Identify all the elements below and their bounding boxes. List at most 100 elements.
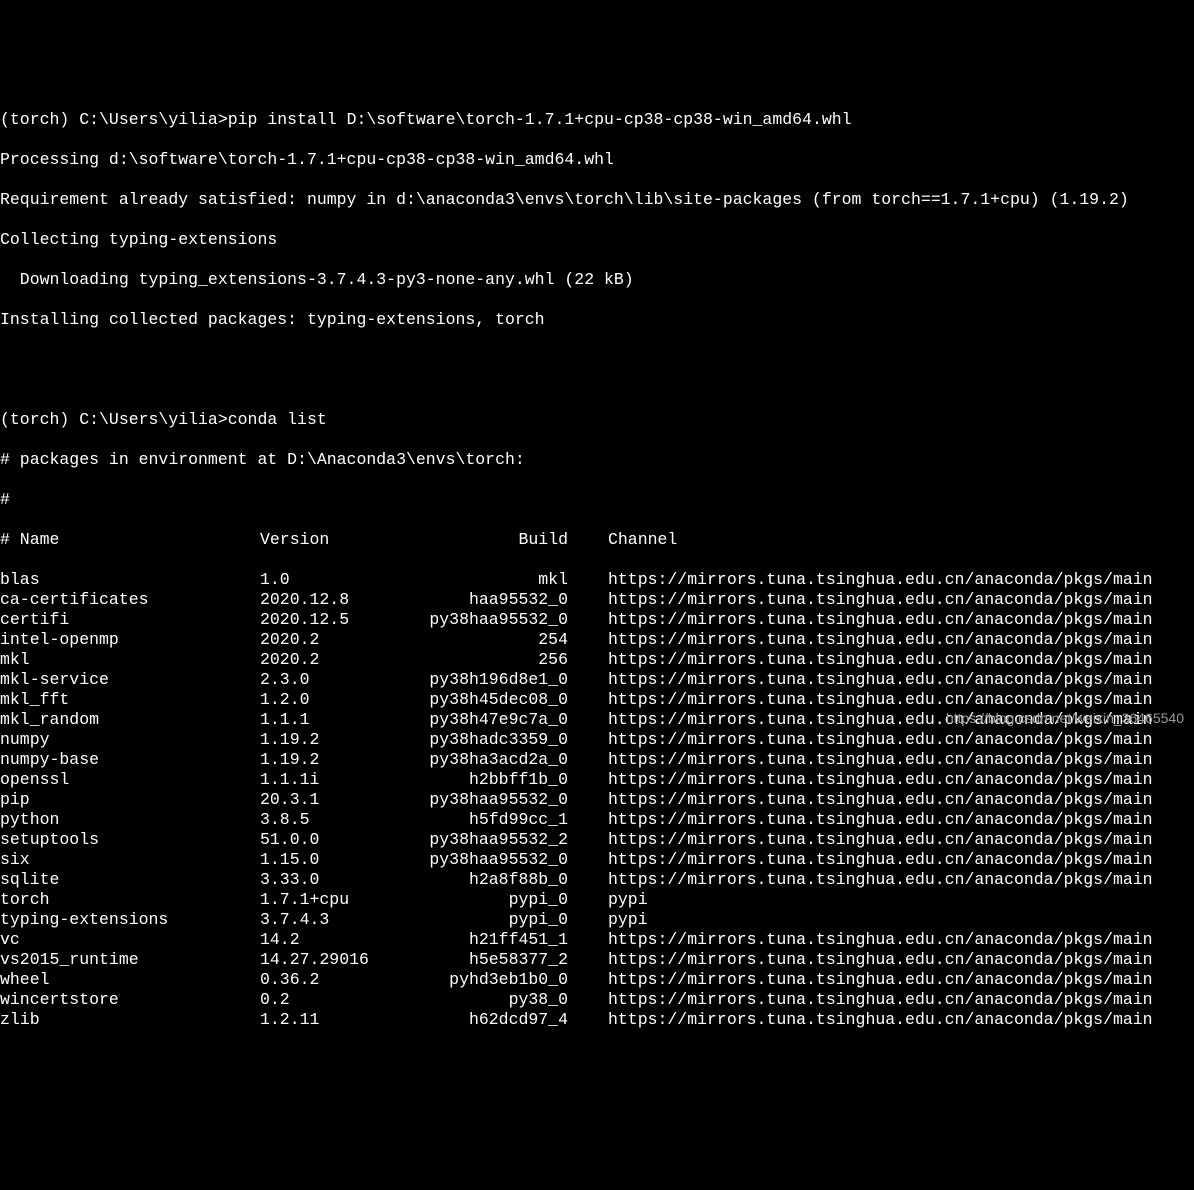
pkg-build: py38haa95532_0: [420, 610, 568, 630]
terminal-output[interactable]: (torch) C:\Users\yilia>pip install D:\so…: [0, 90, 1194, 1050]
pkg-version: 1.7.1+cpu: [260, 890, 420, 910]
pkg-build: h21ff451_1: [420, 930, 568, 950]
header-version: Version: [260, 530, 420, 550]
pkg-build: 256: [420, 650, 568, 670]
pkg-name: mkl: [0, 650, 260, 670]
header-channel: Channel: [608, 530, 677, 550]
header-name: # Name: [0, 530, 260, 550]
pkg-build: py38haa95532_0: [420, 850, 568, 870]
pkg-build: py38ha3acd2a_0: [420, 750, 568, 770]
pkg-version: 2020.12.5: [260, 610, 420, 630]
prompt: (torch) C:\Users\yilia>: [0, 410, 228, 429]
pkg-version: 1.15.0: [260, 850, 420, 870]
pkg-version: 3.7.4.3: [260, 910, 420, 930]
table-row: setuptools51.0.0py38haa95532_2https://mi…: [0, 830, 1194, 850]
pkg-channel: https://mirrors.tuna.tsinghua.edu.cn/ana…: [608, 590, 1153, 610]
pkg-channel: https://mirrors.tuna.tsinghua.edu.cn/ana…: [608, 1010, 1153, 1030]
pkg-version: 0.36.2: [260, 970, 420, 990]
watermark: https://blog.csdn.net/weixin_36465540: [946, 708, 1184, 728]
pkg-version: 1.2.11: [260, 1010, 420, 1030]
pkg-name: ca-certificates: [0, 590, 260, 610]
conda-command-line: (torch) C:\Users\yilia>conda list: [0, 410, 1194, 430]
pkg-version: 14.27.29016: [260, 950, 420, 970]
pkg-build: haa95532_0: [420, 590, 568, 610]
pkg-build: pypi_0: [420, 890, 568, 910]
table-row: zlib1.2.11h62dcd97_4 https://mirrors.tuna…: [0, 1010, 1194, 1030]
pkg-version: 2.3.0: [260, 670, 420, 690]
pkg-version: 51.0.0: [260, 830, 420, 850]
table-row: sqlite3.33.0h2a8f88b_0https://mirrors.tu…: [0, 870, 1194, 890]
pkg-version: 0.2: [260, 990, 420, 1010]
pkg-build: pyhd3eb1b0_0: [420, 970, 568, 990]
table-row: python3.8.5h5fd99cc_1 https://mirrors.tun…: [0, 810, 1194, 830]
pkg-name: six: [0, 850, 260, 870]
table-header: # NameVersionBuild Channel: [0, 530, 1194, 550]
command-text: conda list: [228, 410, 327, 429]
pkg-version: 20.3.1: [260, 790, 420, 810]
pip-command-line: (torch) C:\Users\yilia>pip install D:\so…: [0, 110, 1194, 130]
table-row: numpy1.19.2py38hadc3359_0https://mirrors…: [0, 730, 1194, 750]
table-row: vc14.2h21ff451_1https://mirrors.tuna.tsi…: [0, 930, 1194, 950]
pkg-name: mkl_fft: [0, 690, 260, 710]
pkg-name: certifi: [0, 610, 260, 630]
pkg-build: 254: [420, 630, 568, 650]
pkg-name: openssl: [0, 770, 260, 790]
pkg-channel: pypi: [608, 890, 648, 910]
pkg-channel: https://mirrors.tuna.tsinghua.edu.cn/ana…: [608, 650, 1153, 670]
pkg-name: setuptools: [0, 830, 260, 850]
pkg-build: h5e58377_2: [420, 950, 568, 970]
pkg-channel: https://mirrors.tuna.tsinghua.edu.cn/ana…: [608, 810, 1153, 830]
output-line: Installing collected packages: typing-ex…: [0, 310, 1194, 330]
pkg-build: pypi_0: [420, 910, 568, 930]
pkg-name: sqlite: [0, 870, 260, 890]
pkg-version: 1.1.1i: [260, 770, 420, 790]
pkg-channel: https://mirrors.tuna.tsinghua.edu.cn/ana…: [608, 990, 1153, 1010]
pkg-name: mkl-service: [0, 670, 260, 690]
pkg-name: python: [0, 810, 260, 830]
pkg-name: numpy-base: [0, 750, 260, 770]
pkg-version: 1.1.1: [260, 710, 420, 730]
output-line: Downloading typing_extensions-3.7.4.3-py…: [0, 270, 1194, 290]
table-row: mkl2020.2256 https://mirrors.tuna.tsinghu…: [0, 650, 1194, 670]
table-row: ca-certificates2020.12.8haa95532_0https:…: [0, 590, 1194, 610]
pkg-channel: https://mirrors.tuna.tsinghua.edu.cn/ana…: [608, 670, 1153, 690]
table-row: typing-extensions3.7.4.3pypi_0 pypi: [0, 910, 1194, 930]
table-row: blas1.0mklhttps://mirrors.tuna.tsinghua.…: [0, 570, 1194, 590]
pkg-version: 1.19.2: [260, 750, 420, 770]
pkg-channel: https://mirrors.tuna.tsinghua.edu.cn/ana…: [608, 610, 1153, 630]
pkg-channel: pypi: [608, 910, 648, 930]
pkg-name: typing-extensions: [0, 910, 260, 930]
pkg-name: wheel: [0, 970, 260, 990]
table-row: numpy-base1.19.2py38ha3acd2a_0https://mi…: [0, 750, 1194, 770]
pkg-channel: https://mirrors.tuna.tsinghua.edu.cn/ana…: [608, 570, 1153, 590]
pkg-build: h5fd99cc_1: [420, 810, 568, 830]
pkg-version: 1.0: [260, 570, 420, 590]
pkg-version: 2020.2: [260, 650, 420, 670]
pkg-name: vs2015_runtime: [0, 950, 260, 970]
pkg-channel: https://mirrors.tuna.tsinghua.edu.cn/ana…: [608, 850, 1153, 870]
header-build: Build: [420, 530, 568, 550]
pkg-name: vc: [0, 930, 260, 950]
table-row: wheel0.36.2pyhd3eb1b0_0https://mirrors.t…: [0, 970, 1194, 990]
pkg-version: 3.8.5: [260, 810, 420, 830]
pkg-build: py38h47e9c7a_0: [420, 710, 568, 730]
pkg-channel: https://mirrors.tuna.tsinghua.edu.cn/ana…: [608, 930, 1153, 950]
table-row: wincertstore0.2py38_0https://mirrors.tun…: [0, 990, 1194, 1010]
package-table: blas1.0mklhttps://mirrors.tuna.tsinghua.…: [0, 570, 1194, 1030]
pkg-version: 1.19.2: [260, 730, 420, 750]
pkg-channel: https://mirrors.tuna.tsinghua.edu.cn/ana…: [608, 790, 1153, 810]
pkg-name: mkl_random: [0, 710, 260, 730]
pkg-channel: https://mirrors.tuna.tsinghua.edu.cn/ana…: [608, 870, 1153, 890]
prompt: (torch) C:\Users\yilia>: [0, 110, 228, 129]
pkg-version: 2020.2: [260, 630, 420, 650]
pkg-build: h62dcd97_4: [420, 1010, 568, 1030]
table-row: intel-openmp2020.2254https://mirrors.tun…: [0, 630, 1194, 650]
pkg-build: h2a8f88b_0: [420, 870, 568, 890]
pkg-build: py38haa95532_0: [420, 790, 568, 810]
pkg-name: zlib: [0, 1010, 260, 1030]
table-row: mkl-service2.3.0py38h196d8e1_0https://mi…: [0, 670, 1194, 690]
pkg-name: pip: [0, 790, 260, 810]
output-line: Requirement already satisfied: numpy in …: [0, 190, 1194, 210]
command-text: pip install D:\software\torch-1.7.1+cpu-…: [228, 110, 852, 129]
pkg-build: py38hadc3359_0: [420, 730, 568, 750]
